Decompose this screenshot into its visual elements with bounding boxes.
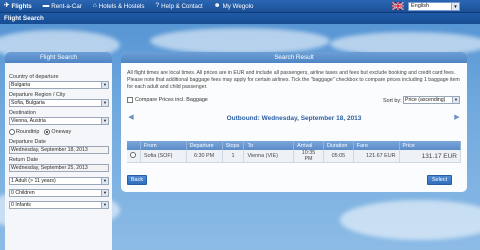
adults-select[interactable]: 1 Adult (> 11 years) ▼: [9, 177, 109, 185]
infants-select[interactable]: 0 Infants ▼: [9, 201, 109, 209]
chevron-down-icon: ▼: [452, 97, 459, 103]
chevron-down-icon: ▼: [101, 100, 108, 106]
flight-select-radio[interactable]: [130, 152, 136, 158]
roundtrip-label: Roundtrip: [16, 129, 40, 135]
country-value: Bulgaria: [11, 82, 31, 88]
cell-arrival: 10:35 PM: [293, 150, 324, 163]
cell-stops: 1: [222, 150, 245, 163]
background-cloud: [340, 200, 480, 240]
return-date-label: Return Date: [9, 157, 39, 163]
nav-hotels-hostels[interactable]: ⌂ Hotels & Hostels: [92, 1, 145, 10]
nav-help-contact[interactable]: ? Help & Contact: [155, 1, 203, 10]
col-price: Price: [399, 141, 462, 150]
page-title: Flight Search: [4, 15, 44, 22]
infants-value: 0 Infants: [11, 202, 31, 208]
trip-type-group: Roundtrip Oneway: [9, 129, 112, 135]
flight-search-panel: Flight Search Country of departure Bulga…: [5, 52, 112, 250]
language-select[interactable]: English ▼: [408, 1, 460, 11]
children-select[interactable]: 0 Children ▼: [9, 189, 109, 197]
oneway-label: Oneway: [51, 129, 72, 135]
plane-icon: ✈: [4, 1, 10, 9]
cell-price: 131.17 EUR: [399, 150, 462, 163]
user-icon: ☻: [213, 1, 221, 9]
cell-duration: 05:05: [323, 150, 354, 163]
destination-select[interactable]: Vienna, Austria ▼: [9, 117, 109, 125]
col-select: [127, 141, 141, 150]
result-info-text: All flight times are local times. All pr…: [127, 70, 460, 90]
cell-to: Vienna (VIE): [243, 150, 295, 163]
page-title-bar: Flight Search: [0, 13, 480, 24]
results-table: From Departure Stops To Arrival Duration…: [127, 141, 462, 163]
background-cloud: [150, 28, 330, 54]
destination-value: Vienna, Austria: [11, 118, 46, 124]
nav-rent-a-car[interactable]: ▬ Rent-a-Car: [42, 1, 82, 10]
sort-select[interactable]: Price (ascending) ▼: [403, 96, 460, 104]
departure-date-field[interactable]: Wednesday, September 18, 2013: [9, 146, 109, 154]
country-label: Country of departure: [9, 74, 59, 80]
chevron-down-icon: ▼: [101, 82, 108, 88]
nav-my-wegolo-label: My Wegolo: [222, 2, 254, 10]
back-button[interactable]: Back: [127, 175, 147, 185]
cell-fare: 121.67 EUR: [353, 150, 400, 163]
region-label: Departure Region / City: [9, 92, 66, 98]
flight-select-cell[interactable]: [127, 150, 141, 163]
result-controls: Compare Prices incl. Baggage Sort by: Pr…: [121, 94, 467, 106]
adults-value: 1 Adult (> 11 years): [11, 178, 56, 184]
roundtrip-radio[interactable]: [9, 129, 15, 135]
col-to: To: [243, 141, 295, 150]
country-select[interactable]: Bulgaria ▼: [9, 81, 109, 89]
outbound-header: ◀ Outbound: Wednesday, September 18, 201…: [121, 112, 467, 124]
home-icon: ⌂: [92, 1, 97, 9]
nav-hotels-hostels-label: Hotels & Hostels: [98, 2, 145, 10]
departure-date-label: Departure Date: [9, 139, 46, 145]
col-arrival: Arrival: [293, 141, 324, 150]
search-result-panel: Search Result All flight times are local…: [121, 52, 467, 192]
compare-baggage-checkbox[interactable]: [127, 97, 133, 103]
nav-flights-label: Flights: [11, 2, 32, 10]
chevron-down-icon: ▼: [451, 2, 459, 10]
children-value: 0 Children: [11, 190, 35, 196]
return-date-field[interactable]: Wednesday, September 25, 2013: [9, 164, 109, 172]
cell-departure: 6:30 PM: [186, 150, 223, 163]
table-row[interactable]: Sofia (SOF) 6:30 PM 1 Vienna (VIE) 10:35…: [127, 150, 462, 163]
col-departure: Departure: [186, 141, 223, 150]
results-header-row: From Departure Stops To Arrival Duration…: [127, 141, 462, 150]
nav-help-contact-label: Help & Contact: [161, 2, 203, 10]
col-stops: Stops: [222, 141, 245, 150]
region-select[interactable]: Sofia, Bulgaria ▼: [9, 99, 109, 107]
chevron-down-icon: ▼: [101, 202, 108, 208]
flight-search-heading: Flight Search: [5, 52, 112, 63]
compare-baggage-label: Compare Prices incl. Baggage: [135, 97, 208, 103]
nav-flights[interactable]: ✈ Flights: [4, 1, 32, 10]
cell-from: Sofia (SOF): [140, 150, 187, 163]
chevron-down-icon: ▼: [101, 118, 108, 124]
region-value: Sofia, Bulgaria: [11, 100, 45, 106]
nav-my-wegolo[interactable]: ☻ My Wegolo: [213, 1, 254, 10]
next-day-arrow-icon[interactable]: ▶: [453, 114, 461, 122]
car-icon: ▬: [42, 1, 50, 9]
uk-flag-icon: [392, 2, 404, 10]
chevron-down-icon: ▼: [101, 178, 108, 184]
outbound-title: Outbound: Wednesday, September 18, 2013: [226, 115, 362, 122]
destination-label: Destination: [9, 110, 36, 116]
sort-by-label: Sort by:: [383, 98, 402, 104]
sort-value: Price (ascending): [405, 97, 446, 103]
oneway-radio[interactable]: [44, 129, 51, 135]
col-duration: Duration: [323, 141, 354, 150]
language-value: English: [411, 3, 430, 9]
col-fare: Fare: [353, 141, 400, 150]
search-result-heading: Search Result: [121, 52, 467, 63]
nav-rent-a-car-label: Rent-a-Car: [51, 2, 82, 10]
help-icon: ?: [155, 1, 160, 9]
chevron-down-icon: ▼: [101, 190, 108, 196]
select-button[interactable]: Select: [427, 175, 452, 185]
col-from: From: [140, 141, 187, 150]
